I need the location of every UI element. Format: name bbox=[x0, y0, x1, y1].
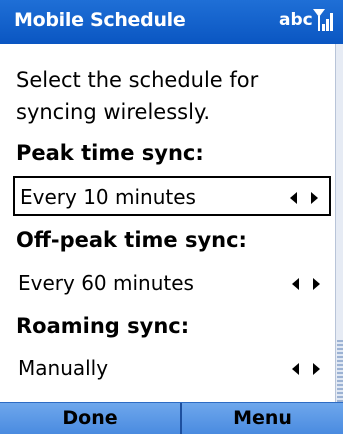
roaming-sync-label: Roaming sync: bbox=[16, 314, 190, 338]
left-right-arrows-icon[interactable] bbox=[291, 363, 321, 375]
done-softkey[interactable]: Done bbox=[0, 403, 180, 434]
menu-softkey[interactable]: Menu bbox=[182, 403, 343, 434]
softkey-bar: Done Menu bbox=[0, 402, 343, 434]
signal-strength-icon bbox=[312, 8, 334, 36]
intro-text-line-1: Select the schedule for bbox=[16, 68, 259, 92]
peak-time-value: Every 10 minutes bbox=[20, 185, 196, 209]
input-mode-indicator[interactable]: abc bbox=[279, 10, 313, 30]
schedule-form: Select the schedule for syncing wireless… bbox=[0, 44, 335, 402]
title-bar: Mobile Schedule abc bbox=[0, 0, 343, 44]
scrollbar-thumb[interactable] bbox=[337, 340, 343, 402]
app-title: Mobile Schedule bbox=[14, 9, 186, 31]
left-right-arrows-icon[interactable] bbox=[291, 278, 321, 290]
vertical-scrollbar[interactable] bbox=[335, 44, 343, 402]
left-right-arrows-icon[interactable] bbox=[289, 192, 319, 204]
intro-text-line-2: syncing wirelessly. bbox=[16, 100, 211, 124]
roaming-sync-picker[interactable]: Manually bbox=[13, 349, 331, 389]
offpeak-time-label: Off-peak time sync: bbox=[16, 228, 247, 252]
peak-time-label: Peak time sync: bbox=[16, 141, 204, 165]
roaming-sync-value: Manually bbox=[18, 356, 109, 380]
offpeak-time-picker[interactable]: Every 60 minutes bbox=[13, 264, 331, 304]
peak-time-picker[interactable]: Every 10 minutes bbox=[13, 176, 331, 216]
offpeak-time-value: Every 60 minutes bbox=[18, 271, 194, 295]
